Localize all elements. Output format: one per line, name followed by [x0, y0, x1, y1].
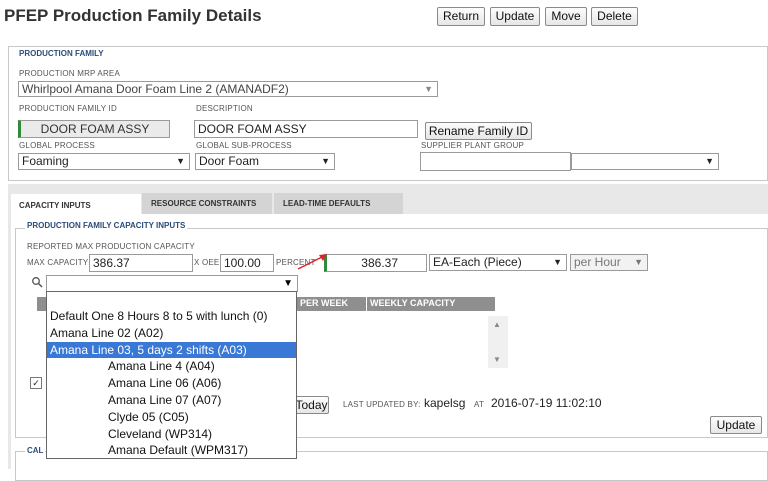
page-title: PFEP Production Family Details	[4, 6, 262, 25]
dropdown-option[interactable]: Clyde 05 (C05)	[47, 409, 296, 426]
chevron-down-icon: ▼	[176, 156, 185, 166]
calendar-select[interactable]: ▼	[46, 275, 298, 292]
global-process-select[interactable]: Foaming ▼	[18, 153, 190, 170]
dropdown-option[interactable]: Default One 8 Hours 8 to 5 with lunch (0…	[47, 308, 296, 325]
dropdown-option[interactable]: Amana Default (WPM317)	[47, 442, 296, 459]
per-week-header: PER WEEK	[300, 298, 349, 308]
per-value: per Hour	[574, 255, 621, 269]
last-updated-user: kapelsg	[424, 396, 466, 410]
red-arrow-icon	[297, 254, 327, 270]
supplier-group-input[interactable]	[420, 152, 571, 171]
mrp-area-label: PRODUCTION MRP AREA	[19, 69, 120, 78]
uom-select[interactable]: EA-Each (Piece) ▼	[429, 254, 567, 271]
tab-resource-constraints[interactable]: RESOURCE CONSTRAINTS	[142, 193, 272, 214]
chevron-down-icon: ▼	[424, 84, 433, 94]
chevron-down-icon: ▼	[283, 278, 293, 289]
calendar-section-label: CAL	[25, 446, 46, 455]
chevron-down-icon: ▼	[553, 257, 562, 267]
description-label: DESCRIPTION	[196, 104, 253, 113]
dropdown-option[interactable]: Cleveland (WP314)	[47, 426, 296, 443]
dropdown-option-selected[interactable]: Amana Line 03, 5 days 2 shifts (A03)	[47, 341, 296, 359]
search-icon[interactable]	[31, 276, 43, 288]
family-id-field: DOOR FOAM ASSY	[18, 120, 170, 138]
rename-family-id-button[interactable]: Rename Family ID	[425, 122, 532, 140]
mrp-area-select[interactable]: Whirlpool Amana Door Foam Line 2 (AMANAD…	[18, 81, 438, 97]
family-id-label: PRODUCTION FAMILY ID	[19, 104, 117, 113]
move-button[interactable]: Move	[545, 7, 587, 26]
calendar-dropdown-list[interactable]: Default One 8 Hours 8 to 5 with lunch (0…	[46, 291, 297, 459]
dropdown-option[interactable]: Amana Line 07 (A07)	[47, 392, 296, 409]
reported-max-label: REPORTED MAX PRODUCTION CAPACITY	[27, 242, 195, 251]
x-oee-label: X OEE	[194, 258, 220, 267]
tab-capacity-inputs[interactable]: CAPACITY INPUTS	[11, 194, 141, 214]
max-capacity-label: MAX CAPACITY	[27, 258, 89, 267]
dropdown-option[interactable]: Amana Line 02 (A02)	[47, 325, 296, 342]
per-select[interactable]: per Hour ▼	[570, 254, 648, 271]
scroll-down-icon[interactable]: ▼	[493, 355, 501, 364]
return-button[interactable]: Return	[437, 7, 485, 26]
max-capacity-input[interactable]: 386.37	[89, 254, 193, 272]
chevron-down-icon: ▼	[705, 156, 714, 166]
checkbox[interactable]: ✓	[30, 377, 42, 389]
capacity-inputs-label: PRODUCTION FAMILY CAPACITY INPUTS	[25, 221, 188, 230]
today-button[interactable]: Today	[294, 396, 329, 414]
tab-lead-time-defaults[interactable]: LEAD-TIME DEFAULTS	[274, 193, 403, 214]
header-divider	[366, 297, 367, 311]
at-label: AT	[474, 400, 485, 409]
capacity-update-button[interactable]: Update	[710, 416, 762, 434]
capacity-result-field: 386.37	[324, 254, 427, 272]
chevron-down-icon: ▼	[321, 156, 330, 166]
mrp-area-value: Whirlpool Amana Door Foam Line 2 (AMANAD…	[22, 82, 289, 96]
oee-input[interactable]: 100.00	[220, 254, 274, 272]
last-updated-time: 2016-07-19 11:02:10	[491, 396, 602, 410]
dropdown-option[interactable]: Amana Line 06 (A06)	[47, 375, 296, 392]
description-input[interactable]: DOOR FOAM ASSY	[194, 120, 418, 138]
update-button[interactable]: Update	[490, 7, 540, 26]
production-family-label: PRODUCTION FAMILY	[17, 49, 106, 58]
global-subprocess-label: GLOBAL SUB-PROCESS	[196, 141, 292, 150]
global-subprocess-select[interactable]: Door Foam ▼	[195, 153, 335, 170]
supplier-group-label: SUPPLIER PLANT GROUP	[421, 141, 524, 150]
last-updated-label: LAST UPDATED BY:	[343, 400, 421, 409]
scroll-up-icon[interactable]: ▲	[493, 320, 501, 329]
chevron-down-icon: ▼	[634, 257, 643, 267]
table-scrollbar[interactable]: ▲ ▼	[488, 316, 508, 368]
global-process-label: GLOBAL PROCESS	[19, 141, 95, 150]
global-subprocess-value: Door Foam	[199, 154, 260, 168]
weekly-capacity-header: WEEKLY CAPACITY	[370, 298, 456, 308]
uom-value: EA-Each (Piece)	[433, 255, 522, 269]
global-process-value: Foaming	[22, 154, 69, 168]
supplier-group-select[interactable]: ▼	[571, 153, 719, 170]
delete-button[interactable]: Delete	[591, 7, 638, 26]
dropdown-option[interactable]: Amana Line 4 (A04)	[47, 358, 296, 375]
